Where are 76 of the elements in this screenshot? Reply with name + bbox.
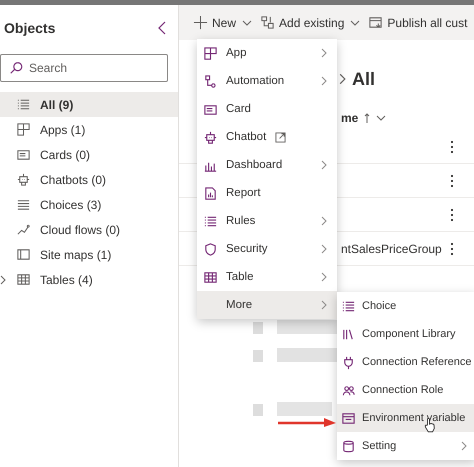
submenu-chevron-icon	[321, 76, 327, 86]
menu-item[interactable]: More	[197, 291, 337, 319]
sidebar-item[interactable]: Cloud flows (0)	[0, 217, 178, 242]
menu-item-icon	[203, 130, 218, 144]
menu-item-icon	[203, 270, 218, 284]
panel-title: Objects	[4, 20, 56, 36]
toolbar-button[interactable]: Publish all cust	[368, 13, 468, 32]
menu-item[interactable]: App	[197, 39, 337, 67]
menu-item[interactable]: Chatbot	[197, 123, 337, 151]
menu-item-icon	[341, 438, 356, 454]
item-icon	[16, 122, 31, 137]
more-options-icon[interactable]	[450, 174, 454, 188]
breadcrumb-chevron-icon	[339, 73, 346, 85]
sidebar-item[interactable]: Choices (3)	[0, 192, 178, 217]
item-icon	[16, 147, 31, 162]
submenu-chevron-icon	[321, 48, 327, 58]
menu-item[interactable]: Choice	[337, 292, 474, 320]
submenu-chevron-icon	[321, 272, 327, 282]
submenu-chevron-icon	[321, 244, 327, 254]
menu-item-icon	[341, 410, 356, 426]
menu-item[interactable]: Automation	[197, 67, 337, 95]
sidebar-item[interactable]: All (9)	[0, 92, 178, 117]
expand-chevron-icon[interactable]	[0, 274, 6, 284]
sidebar-item[interactable]: Site maps (1)	[0, 242, 178, 267]
menu-item-icon	[203, 242, 218, 256]
menu-item-icon	[203, 186, 218, 200]
menu-item[interactable]: Report	[197, 179, 337, 207]
item-icon	[16, 222, 31, 237]
more-options-icon[interactable]	[450, 242, 454, 256]
column-header[interactable]: me	[341, 106, 401, 130]
caret-icon	[242, 20, 252, 26]
table-cell: ntSalesPriceGroup	[341, 242, 442, 256]
menu-item[interactable]: Table	[197, 263, 337, 291]
external-link-icon	[275, 132, 286, 142]
submenu-chevron-icon	[321, 160, 327, 170]
search-field[interactable]: Search	[29, 57, 167, 79]
search-icon	[9, 61, 23, 75]
plus-icon	[193, 15, 208, 30]
menu-item[interactable]: Setting	[337, 432, 474, 460]
menu-item[interactable]: Dashboard	[197, 151, 337, 179]
menu-item[interactable]: Connection Role	[337, 376, 474, 404]
menu-item-icon	[341, 298, 356, 314]
menu-item[interactable]: Connection Reference	[337, 348, 474, 376]
toolbar-button[interactable]: New	[193, 13, 252, 32]
sidebar-item[interactable]: Chatbots (0)	[0, 167, 178, 192]
more-options-icon[interactable]	[450, 208, 454, 222]
menu-item[interactable]: Security	[197, 235, 337, 263]
caret-icon	[350, 20, 360, 26]
collapse-chevron-icon[interactable]	[158, 21, 166, 35]
sidebar-item[interactable]: Apps (1)	[0, 117, 178, 142]
more-options-icon[interactable]	[450, 140, 454, 154]
submenu-chevron-icon	[321, 216, 327, 226]
item-icon	[16, 272, 31, 287]
item-icon	[16, 197, 31, 212]
item-icon	[16, 97, 31, 112]
toolbar-button[interactable]: Add existing	[260, 13, 360, 32]
menu-item-icon	[203, 214, 218, 228]
annotation-arrow	[278, 417, 336, 427]
item-icon	[16, 172, 31, 187]
menu-item[interactable]: Card	[197, 95, 337, 123]
menu-item-icon	[341, 354, 356, 370]
add-existing-icon	[260, 15, 276, 30]
sort-icon	[364, 112, 386, 124]
publish-icon	[368, 15, 384, 30]
submenu-chevron-icon	[321, 300, 327, 310]
menu-item-icon	[203, 74, 218, 88]
submenu-chevron-icon	[461, 441, 467, 451]
sidebar-item[interactable]: Tables (4)	[0, 267, 178, 292]
menu-item[interactable]: Rules	[197, 207, 337, 235]
item-icon	[16, 247, 31, 262]
menu-item-icon	[203, 46, 218, 60]
search-box[interactable]: Search	[0, 54, 168, 82]
page-heading: All	[352, 68, 376, 90]
sidebar-item[interactable]: Cards (0)	[0, 142, 178, 167]
menu-item[interactable]: Environment variable	[337, 404, 474, 432]
menu-item[interactable]: Component Library	[337, 320, 474, 348]
